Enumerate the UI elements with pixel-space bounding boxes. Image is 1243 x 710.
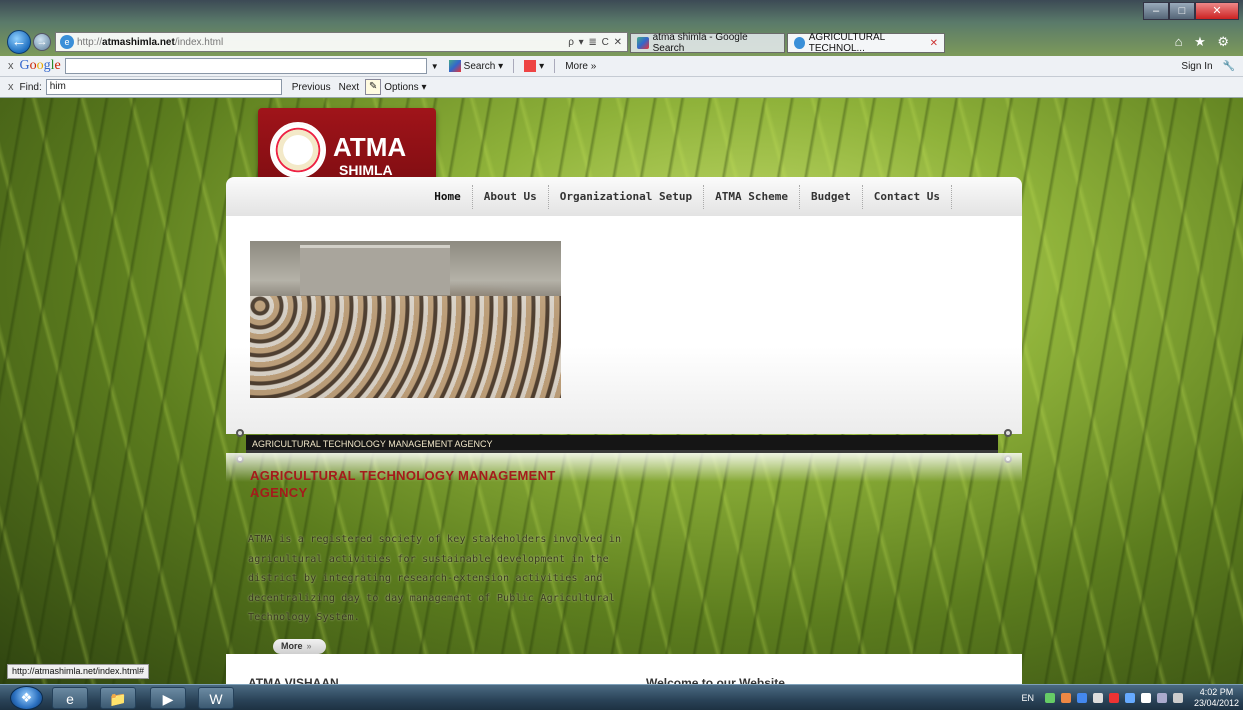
home-favorites-tools-icons[interactable]: ⌂ ★ ⚙ xyxy=(1175,34,1233,50)
clock[interactable]: 4:02 PM 23/04/2012 xyxy=(1194,687,1239,709)
dropdown-icon[interactable]: ▼ xyxy=(431,62,439,71)
double-arrow-icon: » xyxy=(306,641,312,651)
logo-letter: e xyxy=(54,58,61,73)
volume-icon[interactable] xyxy=(1172,693,1183,703)
minimize-button[interactable]: – xyxy=(1143,2,1169,20)
nav-organizational-setup[interactable]: Organizational Setup xyxy=(549,184,705,209)
internet-explorer-icon[interactable]: e xyxy=(52,687,88,709)
ie-page-icon: e xyxy=(60,35,74,49)
clock-time: 4:02 PM xyxy=(1199,687,1234,697)
windows-taskbar: ❖ e 📁 ▶ W EN 4:02 PM 23/04/2012 xyxy=(0,684,1243,710)
more-button[interactable]: More» xyxy=(273,639,326,654)
status-bar-url: http://atmashimla.net/index.html# xyxy=(7,664,150,679)
tray-app-icon[interactable] xyxy=(1044,693,1055,703)
media-player-icon[interactable]: ▶ xyxy=(150,687,186,709)
url-path: /index.html xyxy=(174,36,224,48)
logo-letter: g xyxy=(43,58,51,73)
main-navigation: Home About Us Organizational Setup ATMA … xyxy=(226,177,1022,216)
page-heading: AGRICULTURAL TECHNOLOGY MANAGEMENT AGENC… xyxy=(250,468,556,500)
farmers-meeting-photo xyxy=(250,241,561,398)
share-icon xyxy=(524,60,537,72)
nav-home[interactable]: Home xyxy=(423,184,473,209)
language-indicator[interactable]: EN xyxy=(1021,693,1034,703)
wrench-icon[interactable]: 🔧 xyxy=(1223,61,1235,72)
logo-title: ATMA xyxy=(333,132,407,162)
system-tray: EN 4:02 PM 23/04/2012 xyxy=(1021,685,1239,710)
tray-app-icon[interactable] xyxy=(1092,693,1103,703)
tray-app-icon[interactable] xyxy=(1076,693,1087,703)
slideshow-panel xyxy=(226,216,1022,434)
close-find-icon[interactable]: x xyxy=(8,81,14,93)
web-page: ATMA SHIMLA Home About Us Organizational… xyxy=(0,98,1243,684)
bottom-panel: ATMA VISHAAN Welcome to our Website xyxy=(226,654,1022,684)
tray-app-icon[interactable] xyxy=(1108,693,1119,703)
network-icon[interactable] xyxy=(1124,693,1135,703)
logo-letter: o xyxy=(29,58,37,73)
tab-google-search[interactable]: atma shimla - Google Search xyxy=(630,32,785,54)
logo-letter: o xyxy=(36,58,44,73)
separator xyxy=(554,59,556,73)
pencil-icon[interactable]: ✎ xyxy=(365,79,382,95)
bottom-right-heading: Welcome to our Website xyxy=(646,676,785,684)
google-search-button[interactable]: Search ▾ xyxy=(448,60,503,72)
nav-about-us[interactable]: About Us xyxy=(473,184,549,209)
tab-label: atma shimla - Google Search xyxy=(652,32,748,54)
bottom-left-heading: ATMA VISHAAN xyxy=(248,676,339,684)
ie-page-icon xyxy=(794,37,805,49)
explorer-folder-icon[interactable]: 📁 xyxy=(100,687,136,709)
maximize-button[interactable]: □ xyxy=(1169,2,1195,20)
address-text: http://atmashimla.net/index.html xyxy=(77,37,568,48)
flag-icon[interactable] xyxy=(1140,693,1151,703)
google-logo: Google xyxy=(20,58,61,74)
options-label: Options xyxy=(384,81,419,93)
previous-button[interactable]: Previous xyxy=(292,82,331,93)
forward-button[interactable]: → xyxy=(33,33,51,51)
google-search-input[interactable] xyxy=(64,58,427,74)
google-icon xyxy=(637,37,649,49)
rivet-icon xyxy=(236,429,244,437)
atma-seal-icon xyxy=(270,122,326,178)
sign-in-link[interactable]: Sign In xyxy=(1181,61,1212,72)
url-domain: atmashimla.net xyxy=(102,36,175,48)
window-controls: – □ ✕ xyxy=(1143,2,1239,20)
tab-agricultural-technology[interactable]: AGRICULTURAL TECHNOL... ✕ xyxy=(787,32,945,54)
tab-close-icon[interactable]: ✕ xyxy=(930,38,938,49)
find-input[interactable]: him xyxy=(45,79,282,95)
logo-letter: G xyxy=(19,58,30,73)
find-bar: x Find: him Previous Next ✎ Options ▾ xyxy=(0,77,1243,98)
more-button[interactable]: More » xyxy=(565,61,596,72)
slide-caption: AGRICULTURAL TECHNOLOGY MANAGEMENT AGENC… xyxy=(246,435,998,453)
nav-atma-scheme[interactable]: ATMA Scheme xyxy=(704,184,801,209)
photo-wall xyxy=(300,245,450,295)
find-label: Find: xyxy=(19,81,42,93)
address-tools[interactable]: ρ ▾ ≣ C ✕ xyxy=(568,37,623,48)
pagerank-button[interactable]: ▾ xyxy=(524,60,544,72)
display-icon[interactable] xyxy=(1156,693,1167,703)
word-icon[interactable]: W xyxy=(198,687,234,709)
logo-subtitle: SHIMLA xyxy=(339,162,393,178)
clock-date: 23/04/2012 xyxy=(1193,698,1239,708)
nav-contact-us[interactable]: Contact Us xyxy=(863,184,952,209)
options-button[interactable]: Options ▾ xyxy=(384,82,426,93)
close-toolbar-icon[interactable]: x xyxy=(8,60,14,72)
separator xyxy=(513,59,515,73)
url-prefix: http:// xyxy=(77,36,103,48)
tray-app-icon[interactable] xyxy=(1060,693,1071,703)
more-label: More xyxy=(281,641,303,651)
search-label: Search xyxy=(463,60,496,72)
start-button[interactable]: ❖ xyxy=(10,686,43,710)
rivet-icon xyxy=(1004,429,1012,437)
address-bar[interactable]: e http://atmashimla.net/index.html ρ ▾ ≣… xyxy=(55,32,628,52)
close-window-button[interactable]: ✕ xyxy=(1195,2,1239,20)
next-button[interactable]: Next xyxy=(339,82,360,93)
photo-crowd xyxy=(250,296,561,398)
google-toolbar: x Google ▼ Search ▾ ▾ More » Sign In 🔧 xyxy=(0,56,1243,77)
nav-budget[interactable]: Budget xyxy=(800,184,863,209)
tab-label: AGRICULTURAL TECHNOL... xyxy=(808,32,885,54)
google-icon xyxy=(448,60,461,72)
back-button[interactable]: ← xyxy=(7,30,31,54)
intro-text: ATMA is a registered society of key stak… xyxy=(248,534,622,623)
browser-titlebar: ← → e http://atmashimla.net/index.html ρ… xyxy=(0,0,1243,56)
